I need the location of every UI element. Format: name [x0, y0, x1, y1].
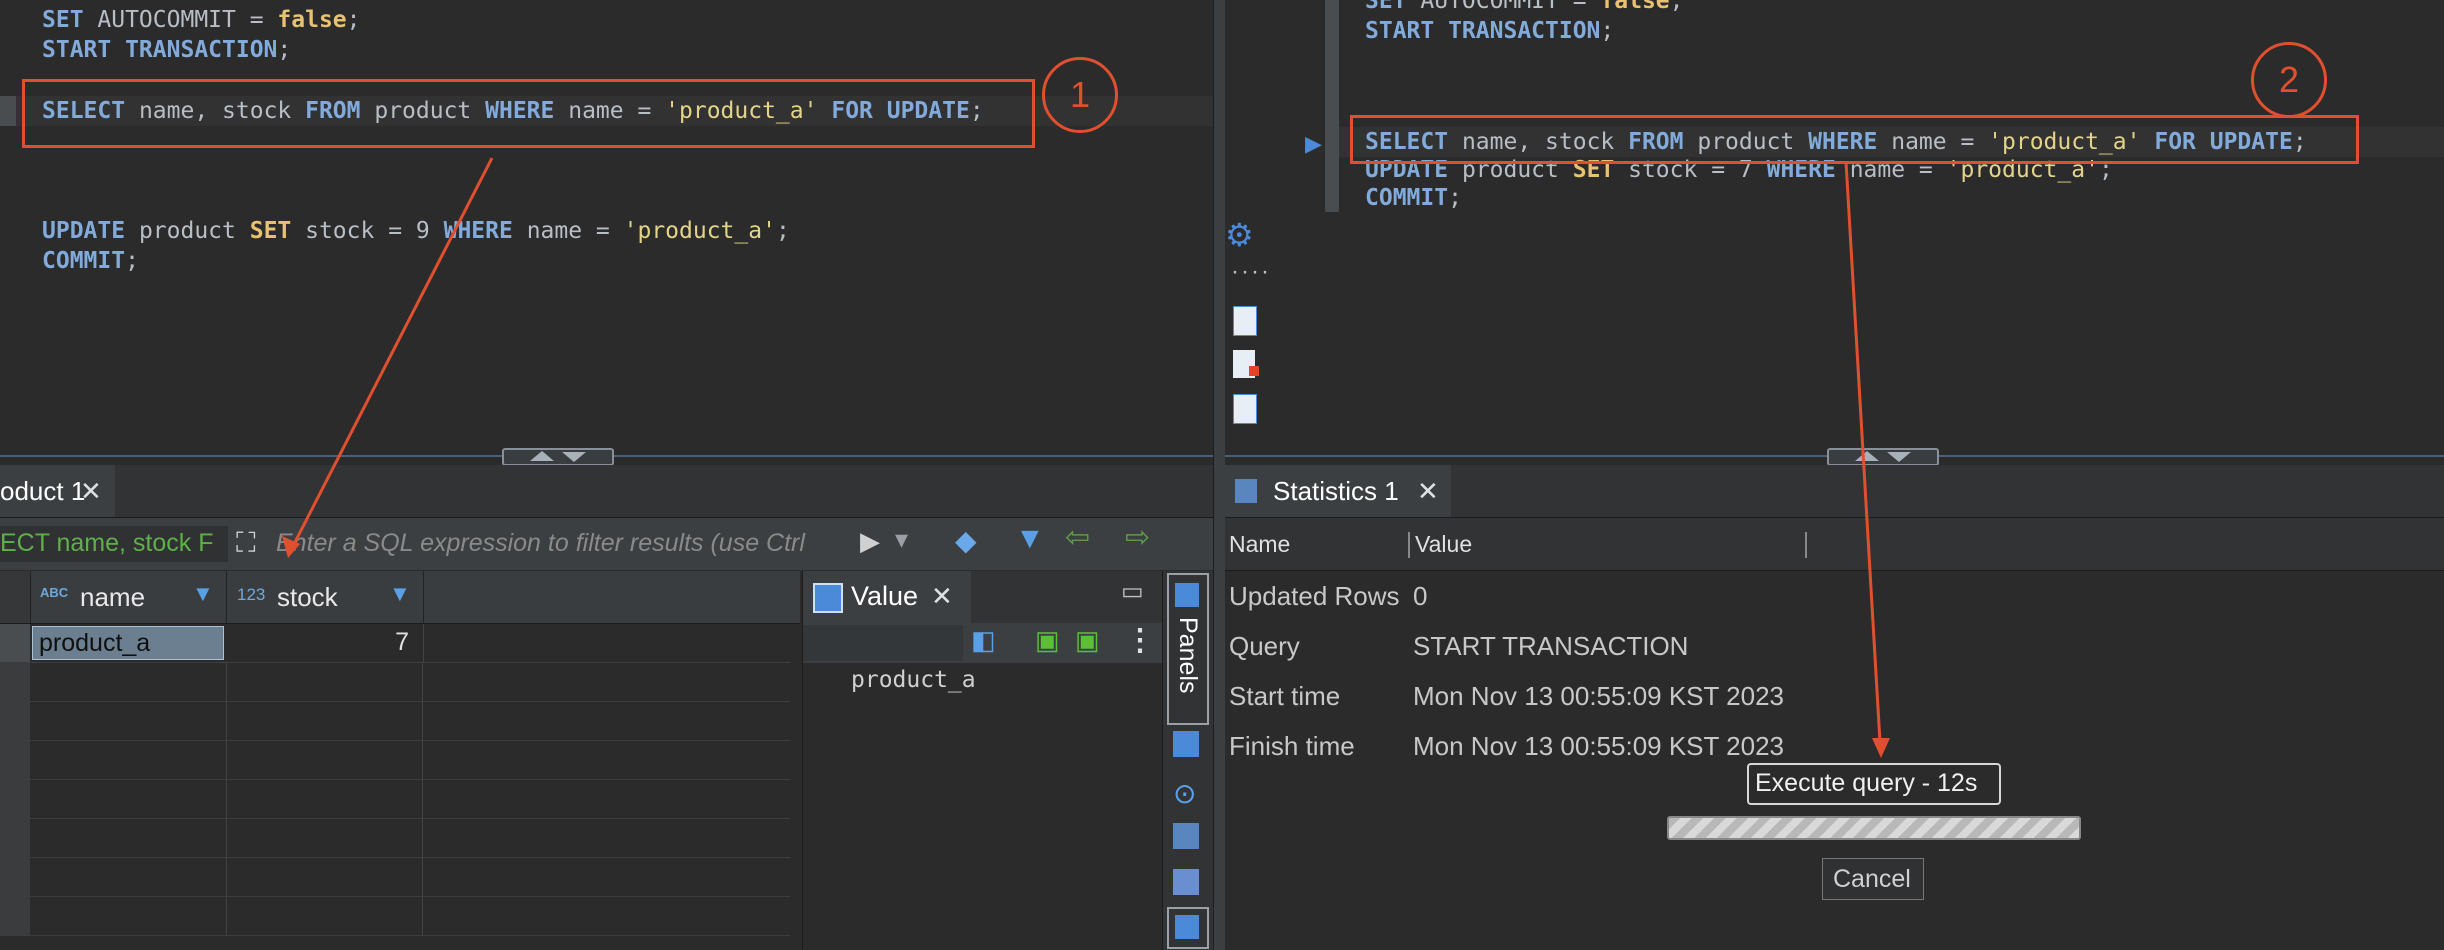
arrow-line-2 — [1844, 161, 1882, 743]
annotation-arrows — [282, 157, 1890, 758]
arrow-line-1 — [290, 157, 494, 549]
arrow-head-2 — [1872, 738, 1890, 758]
